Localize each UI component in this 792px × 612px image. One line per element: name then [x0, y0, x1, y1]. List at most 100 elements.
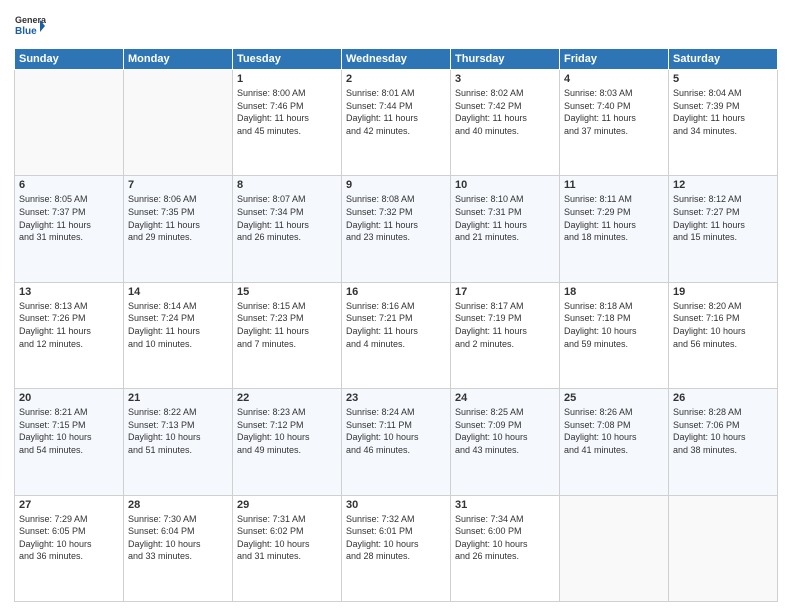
weekday-friday: Friday — [560, 49, 669, 70]
day-info: Sunrise: 8:15 AM Sunset: 7:23 PM Dayligh… — [237, 300, 337, 350]
header: General Blue — [14, 10, 778, 42]
calendar-cell: 11 Sunrise: 8:11 AM Sunset: 7:29 PM Dayli… — [560, 176, 669, 282]
day-number: 26 — [673, 392, 773, 404]
day-number: 14 — [128, 286, 228, 298]
week-row-3: 20 Sunrise: 8:21 AM Sunset: 7:15 PM Dayli… — [15, 389, 778, 495]
day-number: 5 — [673, 73, 773, 85]
weekday-header-row: SundayMondayTuesdayWednesdayThursdayFrid… — [15, 49, 778, 70]
day-number: 22 — [237, 392, 337, 404]
calendar-cell: 16Sunrise: 8:16 AM Sunset: 7:21 PM Dayli… — [342, 282, 451, 388]
calendar-cell: 9 Sunrise: 8:08 AM Sunset: 7:32 PM Daylig… — [342, 176, 451, 282]
day-number: 28 — [128, 499, 228, 511]
day-number: 4 — [564, 73, 664, 85]
day-info: Sunrise: 8:24 AM Sunset: 7:11 PM Dayligh… — [346, 406, 446, 456]
weekday-tuesday: Tuesday — [233, 49, 342, 70]
day-number: 29 — [237, 499, 337, 511]
week-row-1: 6 Sunrise: 8:05 AM Sunset: 7:37 PM Daylig… — [15, 176, 778, 282]
weekday-saturday: Saturday — [669, 49, 778, 70]
svg-text:Blue: Blue — [15, 26, 37, 37]
day-info: Sunrise: 8:10 AM Sunset: 7:31 PM Dayligh… — [455, 193, 555, 243]
day-info: Sunrise: 8:18 AM Sunset: 7:18 PM Dayligh… — [564, 300, 664, 350]
day-number: 8 — [237, 179, 337, 191]
logo-svg: General Blue — [14, 10, 46, 42]
calendar-cell: 20 Sunrise: 8:21 AM Sunset: 7:15 PM Dayli… — [15, 389, 124, 495]
calendar-cell: 10Sunrise: 8:10 AM Sunset: 7:31 PM Dayli… — [451, 176, 560, 282]
day-info: Sunrise: 8:14 AM Sunset: 7:24 PM Dayligh… — [128, 300, 228, 350]
day-info: Sunrise: 8:04 AM Sunset: 7:39 PM Dayligh… — [673, 87, 773, 137]
week-row-4: 27 Sunrise: 7:29 AM Sunset: 6:05 PM Dayli… — [15, 495, 778, 601]
day-info: Sunrise: 8:28 AM Sunset: 7:06 PM Dayligh… — [673, 406, 773, 456]
day-info: Sunrise: 7:31 AM Sunset: 6:02 PM Dayligh… — [237, 513, 337, 563]
week-row-0: 1Sunrise: 8:00 AM Sunset: 7:46 PM Daylig… — [15, 70, 778, 176]
day-number: 15 — [237, 286, 337, 298]
day-number: 31 — [455, 499, 555, 511]
day-info: Sunrise: 8:06 AM Sunset: 7:35 PM Dayligh… — [128, 193, 228, 243]
day-number: 9 — [346, 179, 446, 191]
day-info: Sunrise: 8:26 AM Sunset: 7:08 PM Dayligh… — [564, 406, 664, 456]
page-container: General Blue SundayMondayTuesdayWednesda… — [0, 0, 792, 612]
day-number: 16 — [346, 286, 446, 298]
logo: General Blue — [14, 10, 46, 42]
day-info: Sunrise: 8:23 AM Sunset: 7:12 PM Dayligh… — [237, 406, 337, 456]
day-number: 25 — [564, 392, 664, 404]
day-info: Sunrise: 7:30 AM Sunset: 6:04 PM Dayligh… — [128, 513, 228, 563]
day-info: Sunrise: 8:17 AM Sunset: 7:19 PM Dayligh… — [455, 300, 555, 350]
calendar-cell: 28 Sunrise: 7:30 AM Sunset: 6:04 PM Dayli… — [124, 495, 233, 601]
day-number: 24 — [455, 392, 555, 404]
day-info: Sunrise: 8:20 AM Sunset: 7:16 PM Dayligh… — [673, 300, 773, 350]
weekday-thursday: Thursday — [451, 49, 560, 70]
day-info: Sunrise: 8:11 AM Sunset: 7:29 PM Dayligh… — [564, 193, 664, 243]
calendar-cell — [669, 495, 778, 601]
calendar-table: SundayMondayTuesdayWednesdayThursdayFrid… — [14, 48, 778, 602]
day-number: 17 — [455, 286, 555, 298]
calendar-cell: 31 Sunrise: 7:34 AM Sunset: 6:00 PM Dayli… — [451, 495, 560, 601]
day-info: Sunrise: 8:12 AM Sunset: 7:27 PM Dayligh… — [673, 193, 773, 243]
calendar-cell: 18 Sunrise: 8:18 AM Sunset: 7:18 PM Dayli… — [560, 282, 669, 388]
weekday-wednesday: Wednesday — [342, 49, 451, 70]
day-number: 19 — [673, 286, 773, 298]
calendar-cell: 15 Sunrise: 8:15 AM Sunset: 7:23 PM Dayli… — [233, 282, 342, 388]
day-number: 30 — [346, 499, 446, 511]
day-number: 7 — [128, 179, 228, 191]
calendar-cell: 7 Sunrise: 8:06 AM Sunset: 7:35 PM Daylig… — [124, 176, 233, 282]
day-info: Sunrise: 8:05 AM Sunset: 7:37 PM Dayligh… — [19, 193, 119, 243]
day-number: 20 — [19, 392, 119, 404]
day-info: Sunrise: 7:29 AM Sunset: 6:05 PM Dayligh… — [19, 513, 119, 563]
day-number: 21 — [128, 392, 228, 404]
day-number: 3 — [455, 73, 555, 85]
day-info: Sunrise: 8:03 AM Sunset: 7:40 PM Dayligh… — [564, 87, 664, 137]
calendar-cell: 2 Sunrise: 8:01 AM Sunset: 7:44 PM Daylig… — [342, 70, 451, 176]
day-info: Sunrise: 8:25 AM Sunset: 7:09 PM Dayligh… — [455, 406, 555, 456]
calendar-cell: 23Sunrise: 8:24 AM Sunset: 7:11 PM Dayli… — [342, 389, 451, 495]
weekday-monday: Monday — [124, 49, 233, 70]
day-info: Sunrise: 8:01 AM Sunset: 7:44 PM Dayligh… — [346, 87, 446, 137]
day-number: 11 — [564, 179, 664, 191]
calendar-cell: 24 Sunrise: 8:25 AM Sunset: 7:09 PM Dayli… — [451, 389, 560, 495]
day-info: Sunrise: 8:13 AM Sunset: 7:26 PM Dayligh… — [19, 300, 119, 350]
day-number: 27 — [19, 499, 119, 511]
calendar-cell: 12Sunrise: 8:12 AM Sunset: 7:27 PM Dayli… — [669, 176, 778, 282]
calendar-cell: 4 Sunrise: 8:03 AM Sunset: 7:40 PM Daylig… — [560, 70, 669, 176]
day-number: 18 — [564, 286, 664, 298]
week-row-2: 13 Sunrise: 8:13 AM Sunset: 7:26 PM Dayli… — [15, 282, 778, 388]
day-info: Sunrise: 8:21 AM Sunset: 7:15 PM Dayligh… — [19, 406, 119, 456]
calendar-cell: 3Sunrise: 8:02 AM Sunset: 7:42 PM Daylig… — [451, 70, 560, 176]
calendar-body: 1Sunrise: 8:00 AM Sunset: 7:46 PM Daylig… — [15, 70, 778, 602]
calendar-cell: 30Sunrise: 7:32 AM Sunset: 6:01 PM Dayli… — [342, 495, 451, 601]
day-number: 1 — [237, 73, 337, 85]
calendar-cell: 27 Sunrise: 7:29 AM Sunset: 6:05 PM Dayli… — [15, 495, 124, 601]
day-number: 6 — [19, 179, 119, 191]
calendar-cell: 6 Sunrise: 8:05 AM Sunset: 7:37 PM Daylig… — [15, 176, 124, 282]
day-info: Sunrise: 8:08 AM Sunset: 7:32 PM Dayligh… — [346, 193, 446, 243]
day-info: Sunrise: 7:34 AM Sunset: 6:00 PM Dayligh… — [455, 513, 555, 563]
calendar-cell: 21Sunrise: 8:22 AM Sunset: 7:13 PM Dayli… — [124, 389, 233, 495]
calendar-cell: 22 Sunrise: 8:23 AM Sunset: 7:12 PM Dayli… — [233, 389, 342, 495]
day-number: 13 — [19, 286, 119, 298]
calendar-cell: 25 Sunrise: 8:26 AM Sunset: 7:08 PM Dayli… — [560, 389, 669, 495]
calendar-cell: 13 Sunrise: 8:13 AM Sunset: 7:26 PM Dayli… — [15, 282, 124, 388]
day-info: Sunrise: 8:07 AM Sunset: 7:34 PM Dayligh… — [237, 193, 337, 243]
calendar-cell: 1Sunrise: 8:00 AM Sunset: 7:46 PM Daylig… — [233, 70, 342, 176]
calendar-cell: 29 Sunrise: 7:31 AM Sunset: 6:02 PM Dayli… — [233, 495, 342, 601]
day-number: 2 — [346, 73, 446, 85]
calendar-cell: 17 Sunrise: 8:17 AM Sunset: 7:19 PM Dayli… — [451, 282, 560, 388]
